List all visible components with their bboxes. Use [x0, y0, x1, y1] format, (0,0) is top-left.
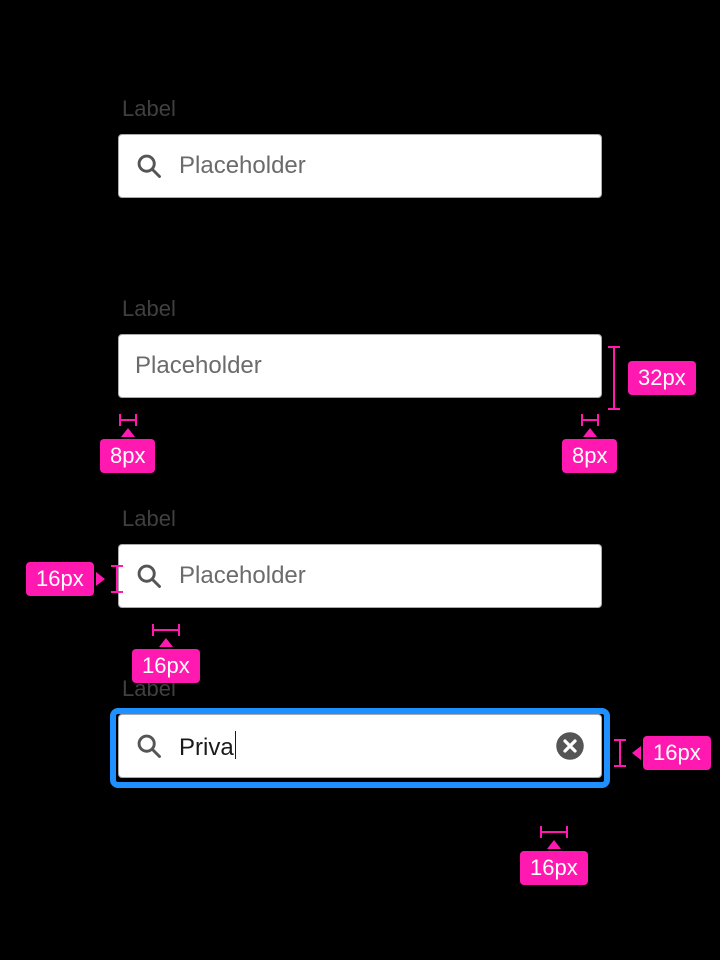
placeholder-text: Placeholder — [135, 352, 585, 380]
search-icon — [135, 732, 163, 760]
text-caret — [235, 731, 237, 759]
anno-clear-gap-value: 16px — [520, 851, 588, 885]
input-value: Priva — [179, 731, 555, 762]
field-label: Label — [122, 96, 602, 122]
anno-pad-left: 8px — [100, 414, 155, 473]
placeholder-text: Placeholder — [179, 562, 585, 590]
clear-icon[interactable] — [555, 731, 585, 761]
field-group-3: Label Placeholder — [118, 506, 602, 608]
anno-pad-right-value: 8px — [562, 439, 617, 473]
field-group-1: Label Placeholder — [118, 96, 602, 198]
anno-pad-right: 8px — [562, 414, 617, 473]
anno-clear-gap: 16px — [520, 826, 588, 885]
anno-icon-gap-value: 16px — [132, 649, 200, 683]
field-label: Label — [122, 296, 602, 322]
field-group-2: Label Placeholder — [118, 296, 602, 398]
anno-icon-size-value: 16px — [26, 562, 94, 596]
placeholder-text: Placeholder — [179, 152, 585, 180]
text-field[interactable]: Placeholder — [118, 334, 602, 398]
anno-icon-size: 16px — [26, 562, 123, 596]
spec-canvas: Label Placeholder Label Placeholder Labe… — [0, 0, 720, 960]
anno-icon-gap: 16px — [132, 624, 200, 683]
text-field[interactable]: Placeholder — [118, 134, 602, 198]
anno-clear-size: 16px — [614, 736, 711, 770]
anno-height: 32px — [608, 346, 696, 410]
search-icon — [135, 152, 163, 180]
anno-clear-size-value: 16px — [643, 736, 711, 770]
text-field[interactable]: Priva — [118, 714, 602, 778]
field-group-4: Label Priva — [118, 676, 602, 778]
field-label: Label — [122, 506, 602, 532]
text-field[interactable]: Placeholder — [118, 544, 602, 608]
search-icon — [135, 562, 163, 590]
anno-pad-left-value: 8px — [100, 439, 155, 473]
anno-height-value: 32px — [628, 361, 696, 395]
